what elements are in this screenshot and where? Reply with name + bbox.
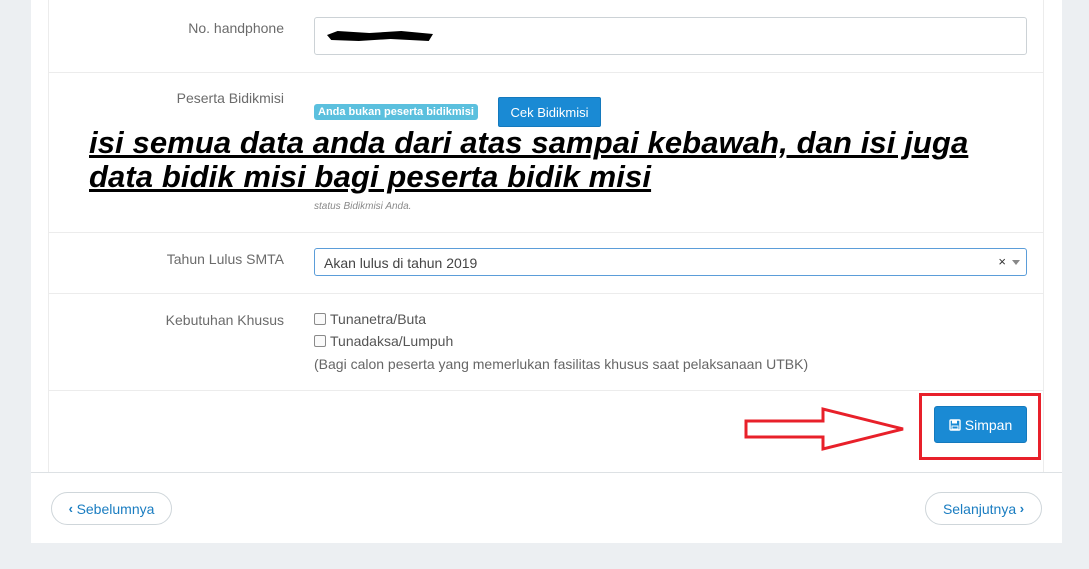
bidikmisi-help-text: status Bidikmisi Anda.	[314, 201, 412, 212]
option-label: Tunadaksa/Lumpuh	[330, 333, 454, 349]
previous-button[interactable]: ‹ Sebelumnya	[51, 492, 172, 525]
chevron-right-icon: ›	[1016, 501, 1025, 516]
option-label: Tunanetra/Buta	[330, 311, 426, 327]
special-needs-option-blind[interactable]: Tunanetra/Buta	[314, 311, 426, 327]
save-label: Simpan	[964, 416, 1013, 433]
check-bidikmisi-button[interactable]: Cek Bidikmisi	[498, 97, 601, 127]
bidikmisi-status-badge: Anda bukan peserta bidikmisi	[314, 104, 478, 120]
special-needs-label: Kebutuhan Khusus	[165, 312, 284, 328]
redaction-scribble	[327, 31, 433, 41]
row-divider	[48, 293, 1044, 294]
save-button[interactable]: Simpan	[934, 406, 1027, 443]
checkbox[interactable]	[314, 335, 326, 347]
special-needs-option-physical[interactable]: Tunadaksa/Lumpuh	[314, 333, 453, 349]
footer-divider	[31, 472, 1062, 473]
clear-selection-icon[interactable]: ×	[998, 254, 1006, 269]
graduation-year-label: Tahun Lulus SMTA	[166, 251, 284, 267]
phone-input[interactable]	[314, 17, 1027, 55]
chevron-left-icon: ‹	[68, 501, 77, 516]
graduation-year-select[interactable]: Akan lulus di tahun 2019 ×	[314, 248, 1027, 276]
checkbox[interactable]	[314, 313, 326, 325]
graduation-year-value: Akan lulus di tahun 2019	[324, 255, 478, 271]
row-divider	[48, 390, 1044, 391]
row-divider	[48, 72, 1044, 73]
annotation-text: isi semua data anda dari atas sampai keb…	[89, 125, 969, 194]
form-body	[48, 0, 1044, 472]
row-divider	[48, 232, 1044, 233]
floppy-disk-icon	[949, 418, 961, 431]
phone-label: No. handphone	[188, 20, 284, 36]
chevron-down-icon[interactable]	[1012, 260, 1020, 265]
next-button[interactable]: Selanjutnya ›	[925, 492, 1042, 525]
form-panel: No. handphone Peserta Bidikmisi Anda buk…	[31, 0, 1062, 543]
annotation-arrow-icon	[744, 407, 904, 451]
special-needs-note: (Bagi calon peserta yang memerlukan fasi…	[314, 356, 809, 372]
bidikmisi-label: Peserta Bidikmisi	[176, 90, 284, 106]
next-label: Selanjutnya	[942, 500, 1017, 517]
previous-label: Sebelumnya	[76, 500, 155, 517]
